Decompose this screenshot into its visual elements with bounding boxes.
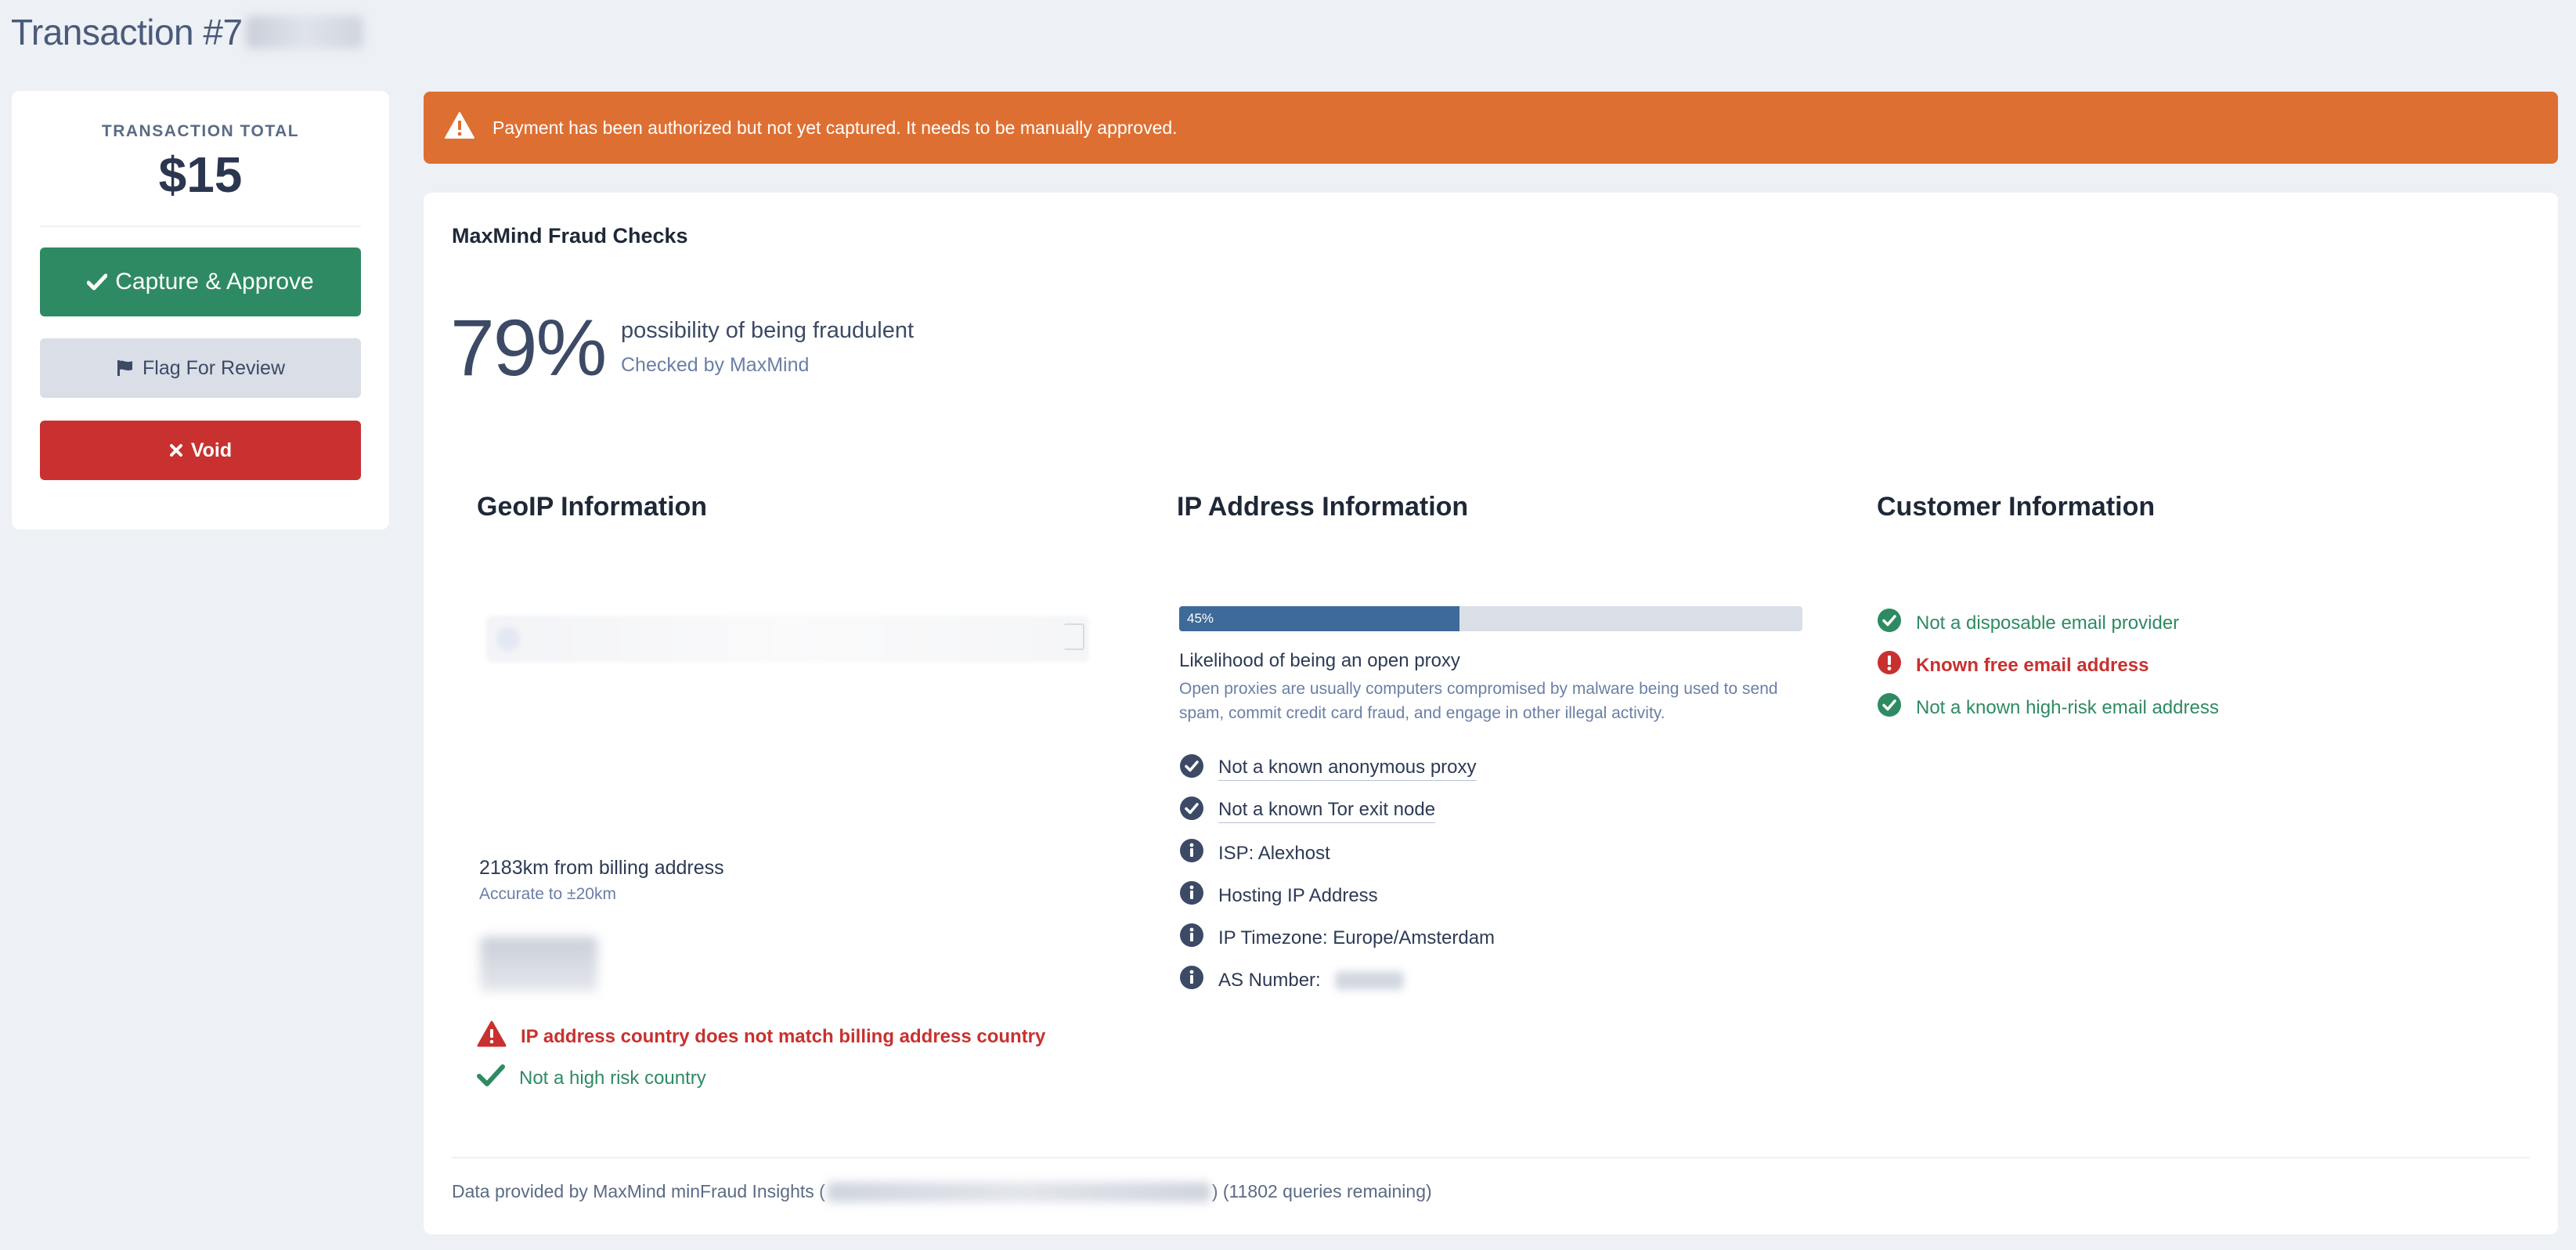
transaction-total-label: TRANSACTION TOTAL bbox=[101, 122, 300, 140]
geoip-check-country-mismatch: IP address country does not match billin… bbox=[477, 1021, 1045, 1053]
flag-icon bbox=[116, 359, 135, 378]
transaction-summary-card: TRANSACTION TOTAL $15 Capture & Approve … bbox=[12, 91, 389, 529]
customer-item-label: Known free email address bbox=[1916, 654, 2149, 676]
check-circle-icon bbox=[1179, 753, 1204, 784]
ip-item-label: Hosting IP Address bbox=[1218, 884, 1378, 906]
ip-item-label: AS Number: bbox=[1218, 969, 1321, 991]
footer-prefix: Data provided by MaxMind minFraud Insigh… bbox=[452, 1181, 825, 1201]
capture-approve-button[interactable]: Capture & Approve bbox=[40, 247, 361, 316]
fraud-checks-card: MaxMind Fraud Checks 79% possibility of … bbox=[424, 193, 2558, 1234]
geoip-check-label: IP address country does not match billin… bbox=[521, 1025, 1046, 1047]
customer-item: Not a disposable email provider bbox=[1877, 608, 2179, 638]
open-proxy-description: Open proxies are usually computers compr… bbox=[1179, 680, 1778, 722]
map-marker-icon bbox=[496, 627, 520, 651]
transaction-total-amount: $15 bbox=[158, 146, 243, 203]
footer-attribution: Data provided by MaxMind minFraud Insigh… bbox=[452, 1181, 1432, 1202]
redacted-license-key bbox=[826, 1181, 1210, 1202]
warning-icon bbox=[444, 111, 475, 144]
ip-item: Not a known anonymous proxy bbox=[1179, 753, 1477, 784]
customer-item-label: Not a known high-risk email address bbox=[1916, 696, 2219, 718]
exclamation-circle-icon bbox=[1877, 650, 1902, 681]
check-icon bbox=[477, 1064, 505, 1093]
capture-approve-label: Capture & Approve bbox=[115, 269, 314, 294]
ip-item-label: IP Timezone: Europe/Amsterdam bbox=[1218, 927, 1495, 948]
redacted-location bbox=[480, 937, 597, 992]
geoip-check-high-risk: Not a high risk country bbox=[477, 1064, 706, 1093]
info-icon bbox=[1179, 838, 1204, 869]
ip-item-label: ISP: Alexhost bbox=[1218, 842, 1330, 864]
check-circle-icon bbox=[1877, 608, 1902, 638]
ip-item: Not a known Tor exit node bbox=[1179, 796, 1436, 826]
redacted-transaction-id bbox=[245, 16, 363, 49]
open-proxy-progress-bar: 45% bbox=[1179, 606, 1802, 631]
info-icon bbox=[1179, 880, 1204, 911]
ip-item-label[interactable]: Not a known anonymous proxy bbox=[1218, 757, 1477, 781]
check-circle-icon bbox=[1877, 692, 1902, 723]
customer-item: Not a known high-risk email address bbox=[1877, 692, 2219, 723]
geoip-distance: 2183km from billing address bbox=[479, 857, 724, 879]
void-label: Void bbox=[190, 439, 233, 461]
fraud-checked-by: Checked by MaxMind bbox=[621, 354, 810, 376]
geoip-section-title: GeoIP Information bbox=[477, 492, 708, 522]
open-proxy-title: Likelihood of being an open proxy bbox=[1179, 650, 1460, 671]
card-title: MaxMind Fraud Checks bbox=[452, 224, 688, 247]
info-icon bbox=[1179, 923, 1204, 953]
alert-message: Payment has been authorized but not yet … bbox=[492, 117, 1178, 138]
customer-item-label: Not a disposable email provider bbox=[1916, 612, 2180, 634]
ip-item: Hosting IP Address bbox=[1179, 880, 1378, 911]
customer-section-title: Customer Information bbox=[1877, 492, 2156, 522]
redacted-as-number bbox=[1334, 970, 1404, 990]
ip-item: IP Timezone: Europe/Amsterdam bbox=[1179, 923, 1495, 953]
check-icon bbox=[87, 273, 108, 291]
fraud-description: possibility of being fraudulent bbox=[621, 318, 915, 343]
customer-item: Known free email address bbox=[1877, 650, 2148, 681]
ip-item: ISP: Alexhost bbox=[1179, 838, 1330, 869]
ip-item-label[interactable]: Not a known Tor exit node bbox=[1218, 799, 1436, 823]
page-title-text: Transaction #7 bbox=[11, 12, 243, 52]
fraud-percent: 79% bbox=[450, 303, 607, 392]
page-title: Transaction #7 bbox=[11, 11, 363, 53]
authorization-alert: Payment has been authorized but not yet … bbox=[424, 92, 2558, 164]
flag-for-review-label: Flag For Review bbox=[143, 356, 285, 379]
geoip-map bbox=[486, 616, 1089, 663]
divider bbox=[40, 226, 361, 227]
progress-fill: 45% bbox=[1179, 606, 1460, 631]
geoip-accuracy: Accurate to ±20km bbox=[479, 885, 616, 903]
footer-suffix: ) (11802 queries remaining) bbox=[1211, 1181, 1432, 1201]
check-circle-icon bbox=[1179, 796, 1204, 826]
void-button[interactable]: Void bbox=[40, 421, 361, 480]
map-control[interactable] bbox=[1064, 623, 1084, 650]
flag-for-review-button[interactable]: Flag For Review bbox=[40, 338, 361, 398]
divider bbox=[452, 1157, 2530, 1158]
info-icon bbox=[1179, 965, 1204, 995]
ip-section-title: IP Address Information bbox=[1177, 492, 1469, 522]
x-icon bbox=[169, 443, 183, 457]
ip-item: AS Number: bbox=[1179, 965, 1404, 995]
geoip-check-label: Not a high risk country bbox=[519, 1067, 706, 1089]
warning-triangle-icon bbox=[477, 1021, 507, 1053]
